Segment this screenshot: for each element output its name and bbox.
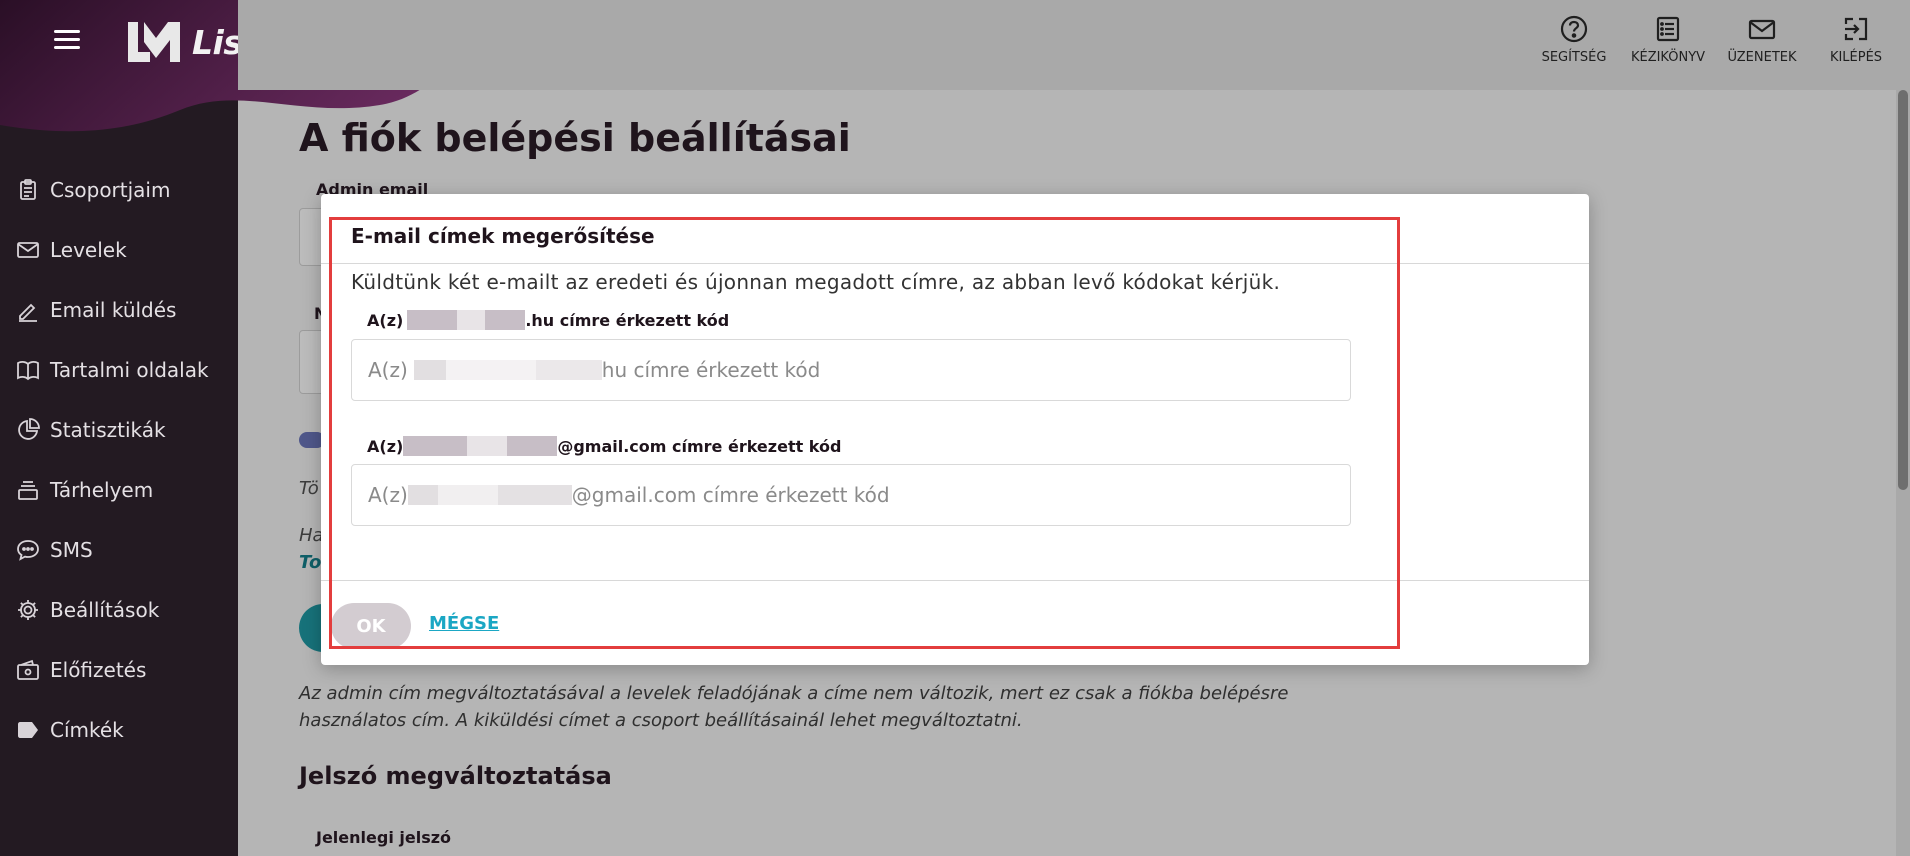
sidebar-item-beallitasok[interactable]: Beállítások [0,580,238,640]
redacted-email-part [467,436,508,456]
label-suffix: .hu címre érkezett kód [525,310,730,330]
redacted-email-part [437,485,498,505]
clipboard-icon [20,179,36,200]
sidebar-item-label: Előfizetés [50,658,147,682]
password-section-heading: Jelszó megváltoztatása [299,762,612,790]
old-email-code-input[interactable]: A(z) hu címre érkezett kód [351,339,1351,401]
sidebar-nav: Csoportjaim Levelek Email küldés Tartalm… [0,160,238,760]
placeholder-suffix: @gmail.com címre érkezett kód [571,483,890,507]
redacted-email-part [535,360,602,380]
italic-hint-2: Ha [299,525,324,546]
chat-bubble-icon [17,540,39,561]
placeholder-prefix: A(z) [368,483,408,507]
dialog-title: E-mail címek megerősítése [351,224,655,248]
envelope-icon [17,242,39,258]
old-email-code-label: A(z) .hu címre érkezett kód [367,310,729,330]
help-button[interactable]: SEGÍTSÉG [1534,14,1614,65]
dialog-description: Küldtünk két e-mailt az eredeti és újonn… [351,270,1281,294]
sidebar-item-elofizetes[interactable]: Előfizetés [0,640,238,700]
sidebar-item-label: Csoportjaim [50,178,171,202]
tag-icon [18,722,38,738]
redacted-email-part [445,360,536,380]
confirm-emails-dialog: E-mail címek megerősítése Küldtünk két e… [321,194,1589,665]
dialog-header: E-mail címek megerősítése [321,194,1589,264]
sidebar-item-tartalmi-oldalak[interactable]: Tartalmi oldalak [0,340,238,400]
new-email-code-input[interactable]: A(z) @gmail.com címre érkezett kód [351,464,1351,526]
redacted-email-part [485,310,526,330]
manual-list-icon [1656,16,1680,42]
label-prefix: A(z) [367,310,404,330]
sidebar-item-label: SMS [50,538,93,562]
storage-icon [18,481,38,500]
manual-button[interactable]: KÉZIKÖNYV [1628,14,1708,65]
dialog-footer: OK MÉGSE [321,580,1589,665]
italic-link[interactable]: To [299,552,321,573]
pie-chart-icon [18,418,40,440]
pen-icon [19,303,37,322]
page-title: A fiók belépési beállításai [299,116,851,160]
sidebar-item-sms[interactable]: SMS [0,520,238,580]
scrollbar-thumb[interactable] [1898,90,1908,490]
sidebar-item-csoportjaim[interactable]: Csoportjaim [0,160,238,220]
sidebar-item-label: Beállítások [50,598,160,622]
redacted-email-part [407,485,438,505]
top-actions: SEGÍTSÉG KÉZIKÖNYV ÜZENETEK KILÉPÉS [1534,14,1896,65]
help-circle-icon [1560,15,1588,43]
sidebar-item-label: Tartalmi oldalak [50,358,209,382]
sidebar-item-label: Levelek [50,238,127,262]
placeholder-suffix: hu címre érkezett kód [601,358,821,382]
help-label: SEGÍTSÉG [1541,50,1607,65]
sidebar-item-label: Címkék [50,718,124,742]
logout-button[interactable]: KILÉPÉS [1816,14,1896,65]
redacted-email-part [457,310,486,330]
sidebar: ListaMester Csoportjaim Levelek Email kü… [0,0,490,856]
italic-hint-1: Tö [299,478,319,499]
redacted-email-part [413,360,446,380]
gear-icon [18,600,38,620]
sidebar-item-cimkek[interactable]: Címkék [0,700,238,760]
ok-button[interactable]: OK [331,603,411,649]
redacted-email-part [403,436,468,456]
current-password-label: Jelenlegi jelszó [316,828,452,847]
label-suffix: @gmail.com címre érkezett kód [557,436,842,456]
admin-change-note: Az admin cím megváltoztatásával a levele… [299,683,1289,731]
book-icon [17,361,39,381]
logout-icon [1844,17,1868,41]
manual-label: KÉZIKÖNYV [1630,50,1706,65]
redacted-email-part [497,485,572,505]
sidebar-item-label: Statisztikák [50,418,166,442]
redacted-email-part [507,436,558,456]
messages-button[interactable]: ÜZENETEK [1722,14,1802,65]
sidebar-item-label: Tárhelyem [50,478,154,502]
top-bar: SEGÍTSÉG KÉZIKÖNYV ÜZENETEK KILÉPÉS [238,0,1910,90]
mail-icon [1748,19,1776,40]
cancel-button[interactable]: MÉGSE [429,613,499,634]
menu-toggle-icon[interactable] [54,30,80,52]
sidebar-item-statisztikak[interactable]: Statisztikák [0,400,238,460]
logout-label: KILÉPÉS [1829,50,1883,65]
page-scrollbar[interactable] [1896,90,1910,856]
sidebar-item-tarhelyem[interactable]: Tárhelyem [0,460,238,520]
placeholder-prefix: A(z) [368,358,408,382]
new-email-code-label: A(z) @gmail.com címre érkezett kód [367,436,841,456]
redacted-email-part [407,310,458,330]
sidebar-item-email-kuldes[interactable]: Email küldés [0,280,238,340]
sidebar-item-label: Email küldés [50,298,177,322]
logo-mark-icon [128,22,180,62]
label-prefix: A(z) [367,436,404,456]
sidebar-item-levelek[interactable]: Levelek [0,220,238,280]
messages-label: ÜZENETEK [1727,50,1797,65]
wallet-icon [17,659,39,680]
